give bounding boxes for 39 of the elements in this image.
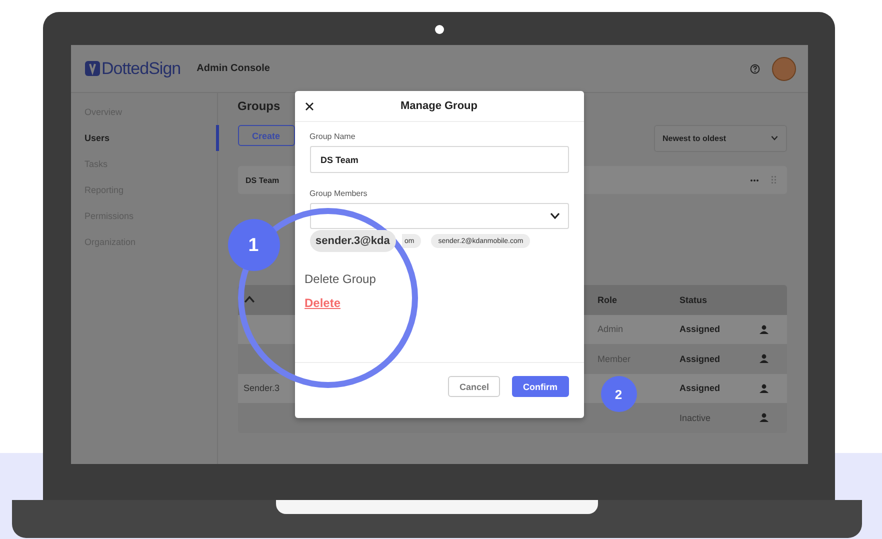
page-title: Groups (238, 99, 282, 113)
logo-text: DottedSign (102, 58, 181, 78)
logo-icon (84, 61, 100, 76)
app-title: Admin Console (196, 63, 270, 74)
field-label: Group Name (310, 132, 356, 141)
sidebar-item[interactable]: Users (70, 125, 218, 151)
status-cell: Assigned (680, 383, 720, 394)
group-name-field[interactable]: DS Team (310, 146, 568, 173)
person-icon[interactable] (758, 324, 768, 334)
sort-select[interactable]: Newest to oldest (654, 125, 786, 152)
drag-handle-icon[interactable] (770, 175, 776, 185)
chevron-down-icon (770, 136, 778, 141)
chevron-down-icon (550, 213, 560, 219)
more-icon[interactable] (750, 178, 758, 182)
group-name: DS Team (246, 176, 280, 184)
magnified-member-chip: sender.3@kda (310, 230, 396, 252)
person-icon[interactable] (758, 413, 768, 422)
avatar[interactable] (772, 56, 796, 80)
column-header: Status (680, 294, 708, 305)
table-cell: Sender.3 (244, 383, 280, 394)
cancel-button[interactable]: Cancel (448, 376, 500, 397)
help-icon[interactable] (750, 64, 760, 74)
section-label: Delete Group (304, 272, 377, 286)
person-icon[interactable] (758, 354, 768, 364)
confirm-button[interactable]: Confirm (512, 376, 568, 397)
chevron-up-icon (244, 296, 254, 304)
step-badge: 1 (228, 219, 280, 271)
table-cell: Admin (598, 324, 624, 334)
column-header: Role (598, 294, 618, 305)
status-cell: Inactive (680, 412, 711, 423)
members-select[interactable] (310, 203, 568, 229)
camera-icon (434, 25, 444, 34)
delete-link[interactable]: Delete (304, 296, 341, 310)
status-cell: Assigned (680, 354, 720, 364)
status-cell: Assigned (680, 324, 720, 334)
close-icon[interactable] (304, 102, 314, 110)
person-icon[interactable] (758, 384, 768, 393)
dialog-title: Manage Group (399, 100, 478, 112)
field-label: Group Members (310, 189, 368, 198)
